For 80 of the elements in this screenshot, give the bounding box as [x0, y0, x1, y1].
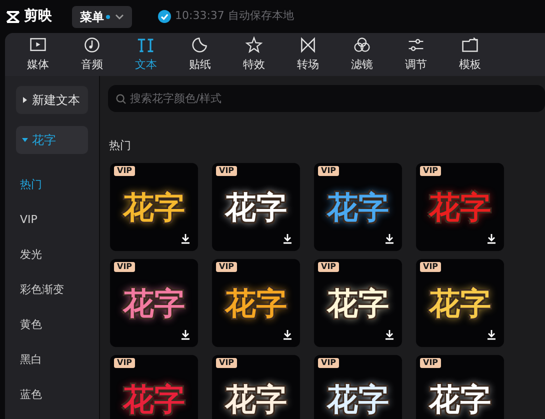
text-style-card[interactable]: VIP 花字 [314, 162, 402, 250]
sticker-icon [191, 36, 209, 54]
app-logo-text: 剪映 [24, 6, 52, 26]
sample-text: 花字 [429, 289, 491, 320]
bowtie-icon [299, 36, 317, 54]
tab[interactable]: 音频 [65, 33, 119, 76]
tab[interactable]: 媒体 [11, 33, 65, 76]
sample-text: 花字 [327, 385, 389, 416]
download-icon[interactable] [385, 234, 394, 244]
logo-icon [6, 10, 20, 22]
vip-badge: VIP [318, 166, 340, 176]
sample-text: 花字 [225, 385, 287, 416]
triangle-right-icon [22, 97, 28, 103]
subcategory-item[interactable]: 蓝色 [16, 378, 88, 413]
autosave-status: 10:33:37 自动保存本地 [175, 8, 294, 24]
download-icon[interactable] [283, 330, 292, 340]
subcategory-item[interactable]: VIP [16, 203, 88, 238]
text-style-card[interactable]: VIP 花字 [110, 354, 198, 419]
subcategory-item[interactable]: 彩色渐变 [16, 273, 88, 308]
sample-text: 花字 [327, 289, 389, 320]
download-icon[interactable] [181, 234, 190, 244]
sample-text: 花字 [123, 385, 185, 416]
tab[interactable]: 特效 [227, 33, 281, 76]
subcategory-item[interactable]: 黑白 [16, 343, 88, 378]
text-style-card[interactable]: VIP 花字 [110, 258, 198, 346]
vip-badge: VIP [216, 166, 238, 176]
category-item[interactable]: 花字 [16, 126, 88, 154]
tab[interactable]: 转场 [281, 33, 335, 76]
vip-badge: VIP [420, 358, 442, 368]
subcategory-item[interactable]: 发光 [16, 238, 88, 273]
text-style-card[interactable]: VIP 花字 [212, 354, 300, 419]
download-icon[interactable] [385, 330, 394, 340]
text-style-card[interactable]: VIP 花字 [314, 354, 402, 419]
vip-badge: VIP [216, 262, 238, 272]
vip-badge: VIP [114, 358, 136, 368]
menu-button[interactable]: 菜单 [72, 6, 132, 28]
section-title: 热门 [108, 138, 132, 154]
tab[interactable]: 贴纸 [173, 33, 227, 76]
text-style-card[interactable]: VIP 花字 [314, 258, 402, 346]
download-icon[interactable] [283, 234, 292, 244]
sample-text: 花字 [429, 193, 491, 224]
tab[interactable]: 模板 [443, 33, 497, 76]
download-icon[interactable] [181, 330, 190, 340]
tab[interactable]: 文本 [119, 33, 173, 76]
folder-icon [461, 36, 479, 54]
check-icon [158, 10, 171, 23]
subcategory-item[interactable]: 热门 [16, 168, 88, 203]
vip-badge: VIP [114, 262, 136, 272]
vip-badge: VIP [318, 262, 340, 272]
play-screen-icon [29, 36, 47, 54]
search-field[interactable]: 搜索花字颜色/样式 [108, 85, 545, 112]
text-style-card[interactable]: VIP 花字 [416, 354, 504, 419]
sample-text: 花字 [225, 289, 287, 320]
text-style-card[interactable]: VIP 花字 [110, 162, 198, 250]
star-icon [245, 36, 263, 54]
chevron-down-icon [115, 14, 124, 20]
tab[interactable]: 调节 [389, 33, 443, 76]
vip-badge: VIP [420, 262, 442, 272]
circles-icon [353, 36, 371, 54]
triangle-down-icon [22, 137, 28, 143]
download-icon[interactable] [487, 234, 496, 244]
text-style-card[interactable]: VIP 花字 [212, 258, 300, 346]
tab[interactable]: 滤镜 [335, 33, 389, 76]
vip-badge: VIP [216, 358, 238, 368]
sample-text: 花字 [429, 385, 491, 416]
vip-badge: VIP [318, 358, 340, 368]
vip-badge: VIP [420, 166, 442, 176]
music-note-icon [83, 36, 101, 54]
sample-text: 花字 [123, 193, 185, 224]
category-item[interactable]: 新建文本 [16, 86, 88, 114]
download-icon[interactable] [487, 330, 496, 340]
search-icon [116, 94, 126, 104]
text-style-card[interactable]: VIP 花字 [416, 162, 504, 250]
text-style-card[interactable]: VIP 花字 [212, 162, 300, 250]
text-style-card[interactable]: VIP 花字 [416, 258, 504, 346]
sample-text: 花字 [123, 289, 185, 320]
sample-text: 花字 [225, 193, 287, 224]
subcategory-item[interactable]: 黄色 [16, 308, 88, 343]
sample-text: 花字 [327, 193, 389, 224]
vip-badge: VIP [114, 166, 136, 176]
